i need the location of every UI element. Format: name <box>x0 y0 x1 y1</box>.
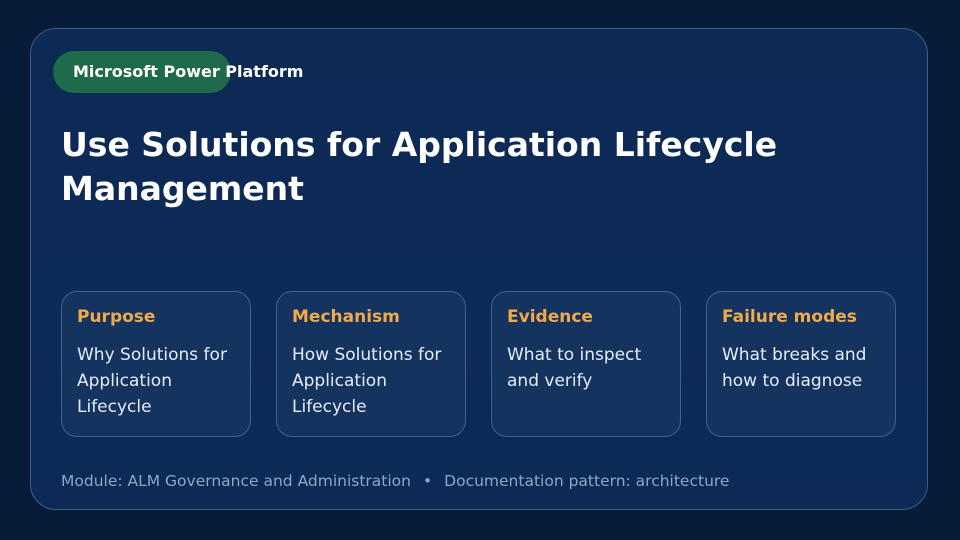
card-title: Mechanism <box>292 307 400 327</box>
footer-module: Module: ALM Governance and Administratio… <box>61 472 411 490</box>
card-body: What to inspect and verify <box>507 345 642 391</box>
card-body: What breaks and how to diagnose <box>722 345 867 391</box>
card-title: Purpose <box>77 307 156 327</box>
card-purpose: Purpose Why Solutions for Application Li… <box>61 291 251 437</box>
card-evidence: Evidence What to inspect and verify <box>491 291 681 437</box>
card-title: Failure modes <box>722 307 857 327</box>
card-body: How Solutions for Application Lifecycle <box>292 345 442 417</box>
platform-badge: Microsoft Power Platform <box>53 51 303 93</box>
footer-separator: • <box>423 472 433 490</box>
page-title: Use Solutions for Application Lifecycle … <box>61 125 778 208</box>
card-mechanism: Mechanism How Solutions for Application … <box>276 291 466 437</box>
footer-caption: Module: ALM Governance and Administratio… <box>61 471 729 491</box>
card-body: Why Solutions for Application Lifecycle <box>77 345 227 417</box>
card-failure-modes: Failure modes What breaks and how to dia… <box>706 291 896 437</box>
card-title: Evidence <box>507 307 593 327</box>
card-row: Purpose Why Solutions for Application Li… <box>61 291 897 437</box>
footer-pattern: Documentation pattern: architecture <box>444 472 730 490</box>
slide-panel: Microsoft Power Platform Use Solutions f… <box>30 28 928 510</box>
